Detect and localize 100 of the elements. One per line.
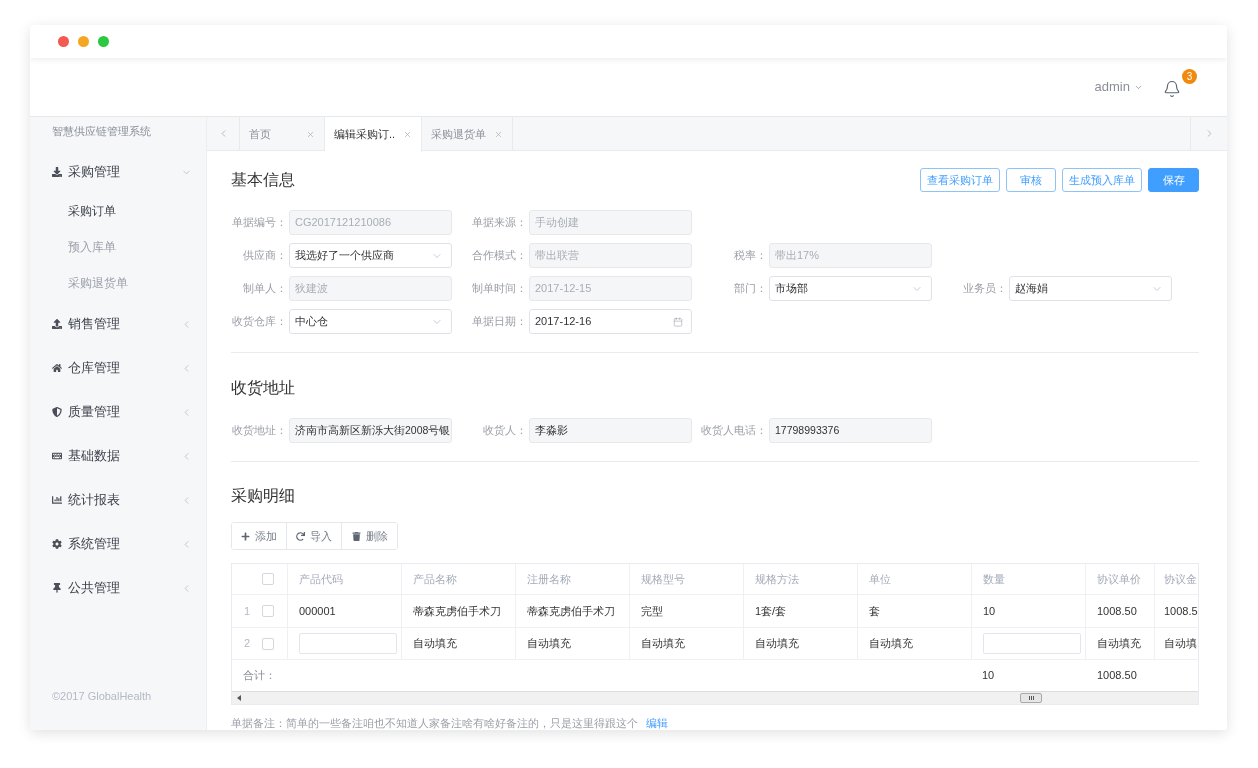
checkbox[interactable] (262, 573, 274, 585)
scroll-left-icon[interactable] (237, 695, 241, 701)
table-cell: 自动填充 (858, 628, 972, 659)
nav-subitem[interactable]: 采购订单 (30, 194, 206, 230)
input-field[interactable]: 李淼影 (529, 418, 692, 443)
toolbar-button[interactable]: 添加 (232, 523, 287, 549)
column-header: 规格方法 (744, 564, 858, 594)
field-label: 收货地址： (232, 423, 287, 439)
total-quantity: 10 (982, 668, 995, 684)
redo-arrow-icon (296, 531, 305, 541)
field-label: 单据来源： (472, 215, 527, 231)
nav-item[interactable]: 基础数据 (30, 434, 206, 478)
app-title: 智慧供应链管理系统 (52, 123, 151, 139)
table-cell: 1套/套 (744, 595, 858, 627)
row-number: 1 (244, 603, 252, 619)
remark-text: 单据备注：简单的一些备注咱也不知道人家备注啥有啥好备注的，只是这里得跟这个 编辑 (231, 716, 669, 730)
nav-item[interactable]: 公共管理 (30, 566, 206, 610)
settings-icon (52, 539, 62, 549)
checkbox[interactable] (262, 637, 274, 650)
nav-subitem[interactable]: 采购退货单 (30, 266, 206, 302)
scrollbar-thumb[interactable] (1020, 693, 1042, 703)
nav-item[interactable]: 销售管理 (30, 302, 206, 346)
field-label: 收货人电话： (701, 423, 767, 439)
tab[interactable]: 采购退货单 (422, 117, 514, 151)
dropdown-field[interactable]: 中心仓 (289, 309, 452, 334)
column-header: 协议金 (1163, 571, 1198, 587)
table-cell-text: 自动填 (1163, 636, 1198, 652)
nav-item[interactable]: 质量管理 (30, 390, 206, 434)
table-cell: 自动填充 (516, 628, 630, 659)
nav-item[interactable]: 系统管理 (30, 522, 206, 566)
notification-badge: 3 (1182, 69, 1197, 84)
user-menu[interactable]: admin (1094, 77, 1143, 97)
total-unit-price: 1008.50 (1097, 668, 1137, 684)
bell-icon[interactable] (1163, 80, 1181, 98)
action-button[interactable]: 生成预入库单 (1062, 168, 1142, 192)
field-label: 制单时间： (472, 281, 527, 297)
column-header: 单位 (858, 564, 972, 594)
close-icon[interactable] (58, 36, 69, 47)
bar-chart-icon (52, 495, 62, 505)
tab[interactable]: 编辑采购订.. (325, 117, 423, 152)
input-field[interactable]: 17798993376 (769, 418, 932, 443)
close-icon[interactable] (494, 129, 504, 139)
maximize-icon[interactable] (98, 36, 109, 47)
table-cell: 000001 (288, 595, 402, 627)
trash-icon (351, 531, 361, 541)
nav-item[interactable]: 采购管理 (30, 150, 206, 194)
table-cell: 蒂森克虏伯手术刀 (516, 595, 630, 627)
table-cell: 自动填充 (402, 628, 516, 659)
edit-link[interactable]: 编辑 (646, 717, 668, 729)
field-label: 收货人： (483, 423, 527, 439)
dropdown-field[interactable]: 赵海娟 (1009, 276, 1172, 301)
table-cell: 完型 (630, 595, 744, 627)
calendar-icon (673, 316, 683, 327)
close-icon[interactable] (306, 129, 315, 139)
column-header: 数量 (972, 564, 1086, 594)
keyboard-icon (52, 451, 62, 461)
close-icon[interactable] (403, 130, 413, 139)
table-cell-text: 1008.5 (1163, 603, 1199, 619)
copyright-text: ©2017 GlobalHealth (52, 690, 152, 702)
table-cell: 1008.50 (1086, 595, 1155, 627)
table-input-field[interactable] (299, 633, 397, 654)
row-number: 2 (244, 636, 252, 652)
plus-icon (241, 531, 250, 541)
field-label: 合作模式： (472, 248, 527, 264)
column-header: 注册名称 (516, 564, 630, 594)
input-field[interactable]: 济南市高新区新泺大街2008号银 (289, 418, 452, 443)
home-icon (52, 363, 62, 373)
shield-icon (52, 407, 62, 417)
table-cell: 自动填充 (744, 628, 858, 659)
action-button[interactable]: 审核 (1006, 168, 1056, 192)
action-button[interactable]: 查看采购订单 (920, 168, 1000, 192)
field-label: 单据日期： (472, 314, 527, 330)
table-cell: 10 (972, 595, 1086, 627)
date-field[interactable]: 2017-12-16 (529, 309, 692, 334)
upload-icon (52, 319, 62, 329)
nav-item[interactable]: 仓库管理 (30, 346, 206, 390)
dropdown-field[interactable]: 市场部 (769, 276, 932, 301)
section-title: 采购明细 (231, 486, 295, 506)
nav-item[interactable]: 统计报表 (30, 478, 206, 522)
nav-subitem[interactable]: 预入库单 (30, 230, 206, 266)
field-label: 税率： (734, 248, 767, 264)
column-header: 产品名称 (402, 564, 516, 594)
table-cell: 自动填充 (1086, 628, 1155, 659)
section-title: 基本信息 (231, 170, 295, 190)
field-label: 业务员： (963, 281, 1007, 297)
column-header: 协议单价 (1086, 564, 1155, 594)
table-cell: 蒂森克虏伯手术刀 (402, 595, 516, 627)
field-label: 收货仓库： (232, 314, 287, 330)
table-input-field[interactable] (983, 633, 1081, 654)
field-label: 制单人： (243, 281, 287, 297)
field-label: 供应商： (243, 248, 287, 264)
checkbox[interactable] (262, 605, 274, 617)
action-button[interactable]: 保存 (1148, 168, 1199, 192)
dropdown-field[interactable]: 我选好了一个供应商 (289, 243, 452, 268)
pin-icon (52, 583, 62, 593)
minimize-icon[interactable] (78, 36, 89, 47)
table-cell: 套 (858, 595, 972, 627)
horizontal-scrollbar[interactable] (232, 691, 1198, 704)
field-label: 部门： (734, 281, 767, 297)
section-title: 收货地址 (231, 378, 295, 398)
